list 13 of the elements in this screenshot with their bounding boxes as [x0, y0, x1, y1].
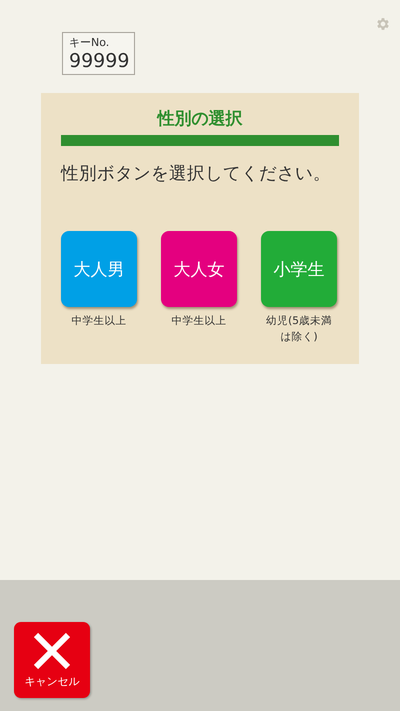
category-note: 中学生以上 [172, 314, 226, 329]
category-button[interactable]: 大人男 [61, 231, 137, 307]
key-label: キーNo. [69, 35, 110, 50]
settings-icon[interactable] [375, 16, 391, 32]
category-note: 幼児(5歳未満は除く) [265, 314, 333, 345]
category-note: 中学生以上 [72, 314, 126, 329]
instruction-text: 性別ボタンを選択してください。 [61, 163, 331, 185]
close-icon [32, 631, 72, 671]
category-button[interactable]: 小学生 [261, 231, 337, 307]
panel-title: 性別の選択 [158, 108, 242, 130]
category-button[interactable]: 大人女 [161, 231, 237, 307]
cancel-button[interactable]: キャンセル [14, 622, 90, 698]
key-value: 99999 [69, 50, 130, 72]
